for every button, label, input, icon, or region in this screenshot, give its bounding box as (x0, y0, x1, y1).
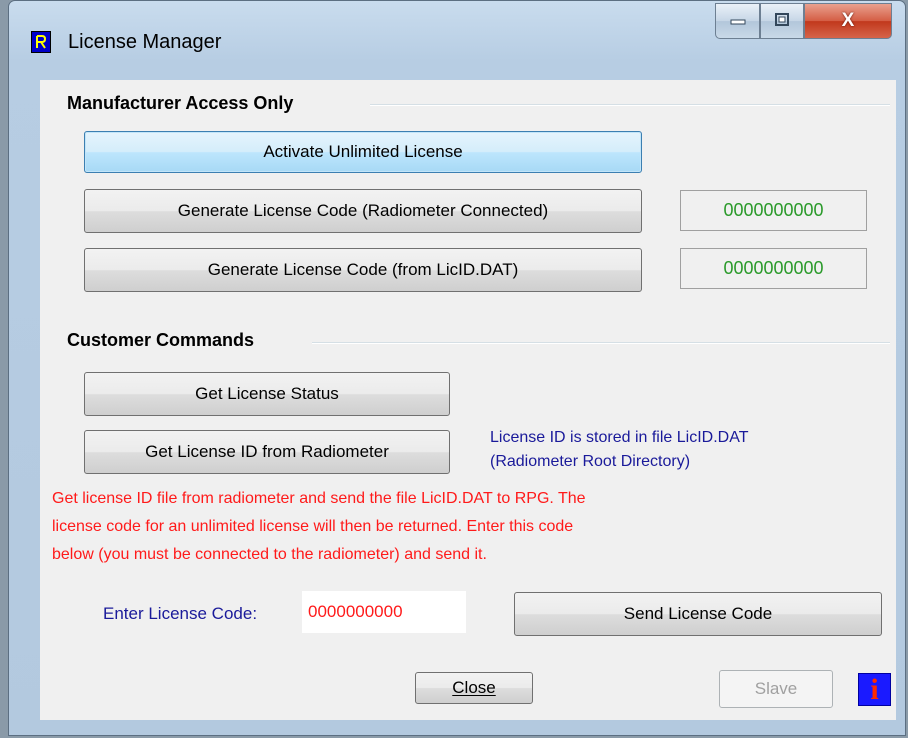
minimize-icon (716, 12, 759, 31)
license-code-input[interactable] (302, 591, 466, 633)
license-manager-window: License Manager X Manufacturer Access On… (8, 0, 906, 736)
dialog-client-area: Manufacturer Access Only Activate Unlimi… (40, 80, 896, 720)
enter-license-code-label: Enter License Code: (103, 604, 258, 623)
slave-button[interactable]: Slave (719, 670, 833, 708)
title-bar[interactable]: License Manager X (9, 1, 905, 79)
generate-code-from-file-button[interactable]: Generate License Code (from LicID.DAT) (84, 248, 642, 292)
close-button-label: Close (452, 678, 496, 697)
window-title: License Manager (68, 31, 222, 53)
generate-code-connected-button[interactable]: Generate License Code (Radiometer Connec… (84, 189, 642, 233)
license-instructions-line3: below (you must be connected to the radi… (52, 546, 487, 563)
maximize-button[interactable] (760, 3, 804, 39)
manufacturer-heading: Manufacturer Access Only (67, 93, 294, 113)
get-license-status-button[interactable]: Get License Status (84, 372, 450, 416)
app-logo-icon[interactable] (31, 31, 51, 53)
activate-unlimited-license-button[interactable]: Activate Unlimited License (84, 131, 642, 173)
generated-code-connected: 0000000000 (680, 190, 867, 231)
close-icon: X (841, 10, 855, 31)
license-instructions-line2: license code for an unlimited license wi… (52, 518, 574, 535)
generated-code-from-file: 0000000000 (680, 248, 867, 289)
license-instructions-line1: Get license ID file from radiometer and … (52, 490, 586, 507)
customer-divider (312, 342, 890, 344)
maximize-icon (761, 12, 803, 33)
license-id-info: License ID is stored in file LicID.DAT (… (490, 426, 748, 474)
get-license-id-button[interactable]: Get License ID from Radiometer (84, 430, 450, 474)
license-instructions: Get license ID file from radiometer and … (52, 485, 586, 569)
customer-heading: Customer Commands (67, 330, 255, 350)
minimize-button[interactable] (715, 3, 760, 39)
close-window-button[interactable]: X (804, 3, 892, 39)
license-id-info-line2: (Radiometer Root Directory) (490, 453, 691, 470)
license-id-info-line1: License ID is stored in file LicID.DAT (490, 429, 749, 446)
close-button[interactable]: Close (415, 672, 533, 704)
manufacturer-divider (370, 104, 890, 106)
info-icon: i (870, 673, 879, 706)
send-license-code-button[interactable]: Send License Code (514, 592, 882, 636)
info-button[interactable]: i (858, 673, 891, 706)
